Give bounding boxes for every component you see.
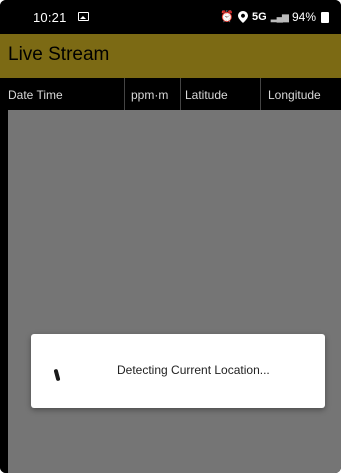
page-title: Live Stream — [8, 44, 110, 65]
network-type: 5G — [252, 11, 267, 23]
battery-percent: 94% — [291, 10, 316, 24]
battery-icon — [321, 11, 329, 23]
progress-dialog: Detecting Current Location... — [31, 334, 325, 408]
dialog-message: Detecting Current Location... — [117, 363, 270, 377]
status-time: 10:21 — [33, 10, 67, 25]
column-header-date-time[interactable]: Date Time — [0, 78, 124, 110]
column-header-longitude[interactable]: Longitude — [260, 78, 341, 110]
alarm-icon: ⏰ — [220, 11, 235, 23]
phone-screen: 10:21 ⏰ 5G ▂▄▆ 94% Live Stream Date Time… — [0, 0, 341, 473]
column-header-latitude[interactable]: Latitude — [180, 78, 260, 110]
status-bar: 10:21 ⏰ 5G ▂▄▆ 94% — [0, 0, 341, 34]
location-pin-icon — [238, 11, 249, 23]
signal-icon: ▂▄▆ — [270, 11, 289, 22]
dimmed-table-area — [8, 110, 341, 473]
app-bar: Live Stream — [0, 34, 341, 78]
column-header-ppm[interactable]: ppm·m — [124, 78, 180, 110]
left-edge — [0, 110, 8, 473]
table-header-row: Date Time ppm·m Latitude Longitude — [0, 78, 341, 110]
status-indicators: ⏰ 5G ▂▄▆ 94% — [220, 9, 329, 25]
loading-spinner-icon — [53, 368, 61, 382]
gallery-icon — [78, 12, 89, 21]
